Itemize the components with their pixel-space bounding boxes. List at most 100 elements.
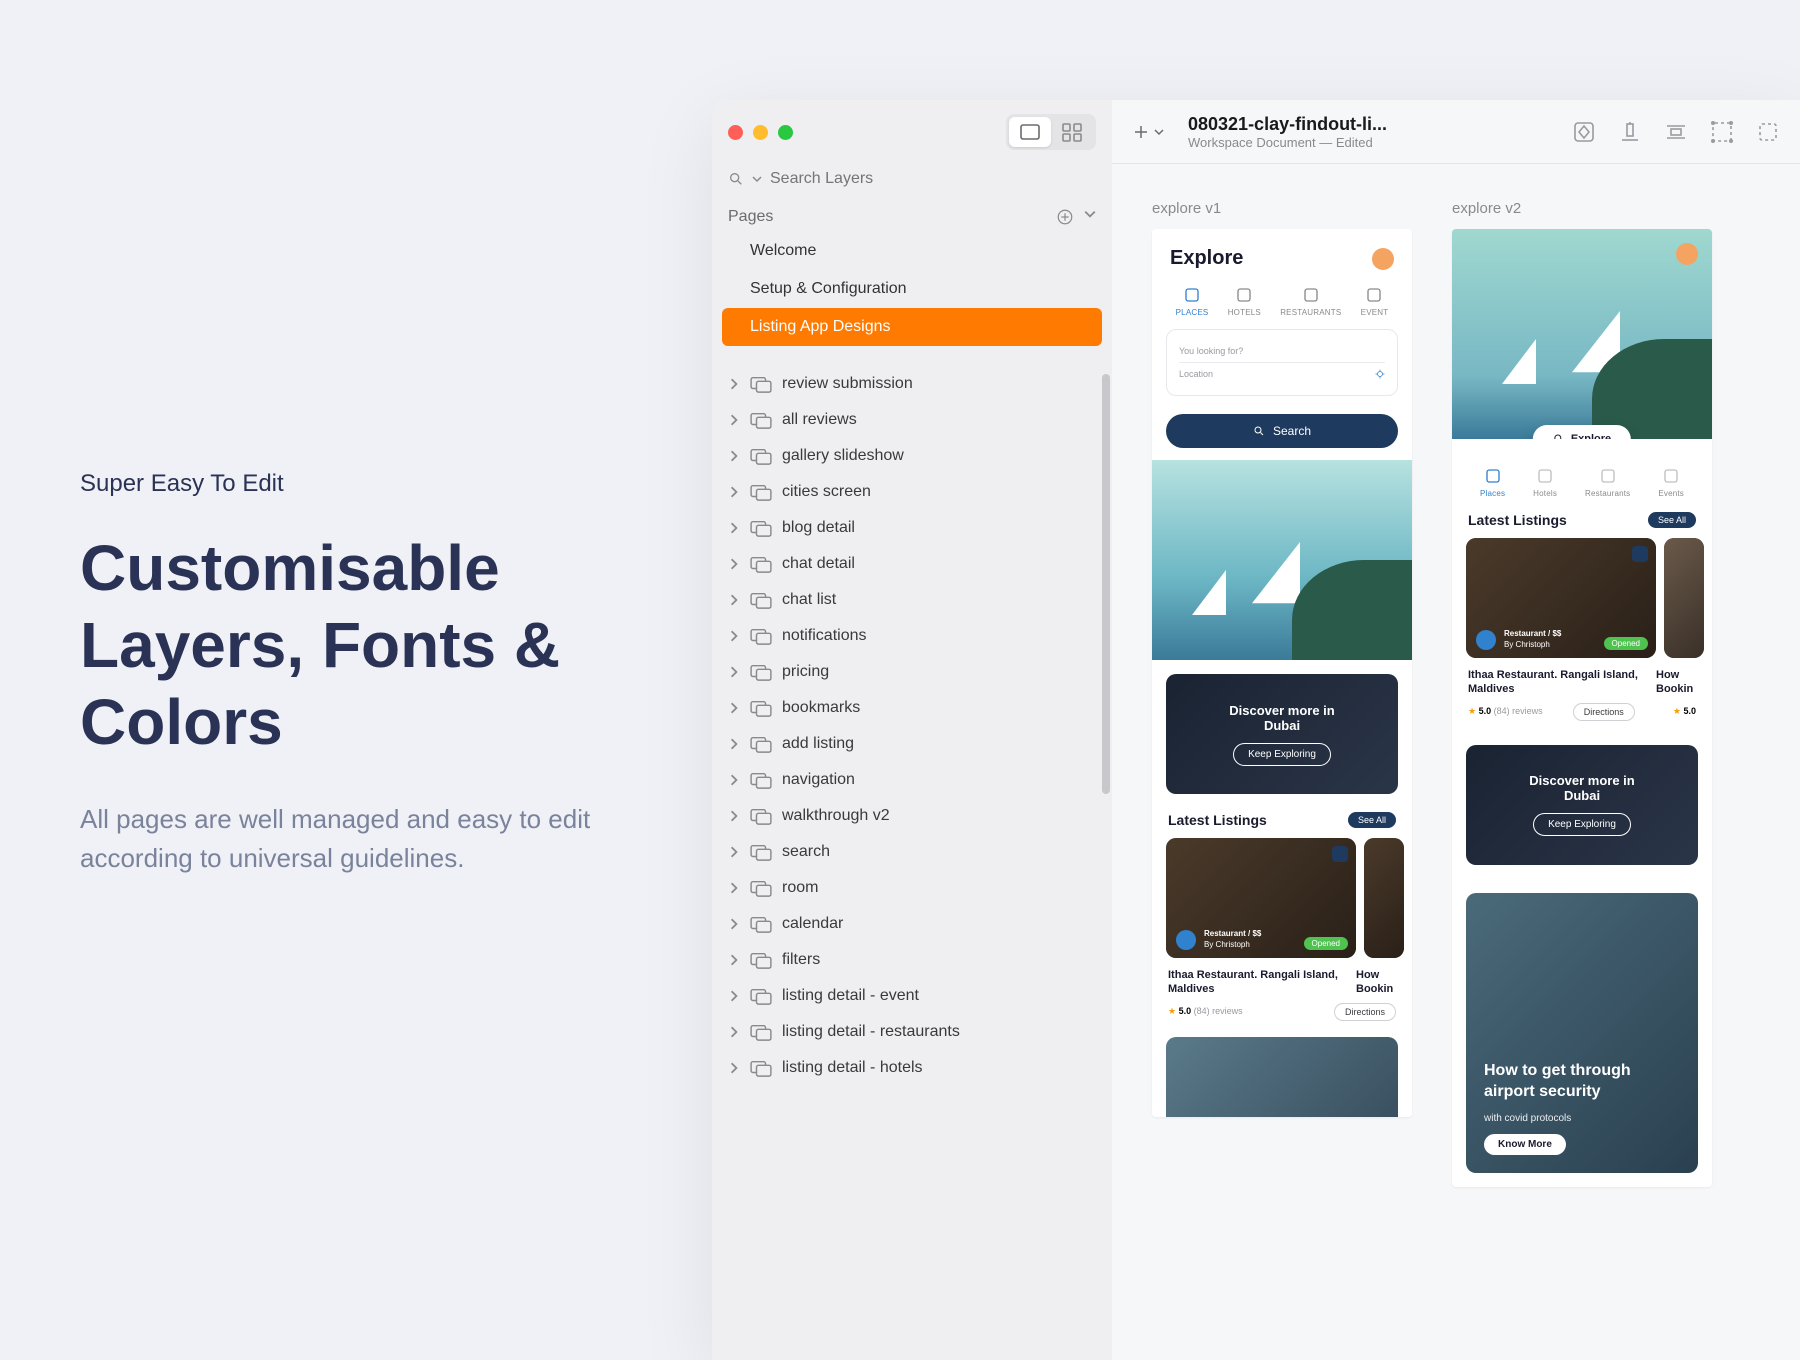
chevron-right-icon bbox=[728, 882, 740, 894]
artboard-label[interactable]: explore v1 bbox=[1152, 200, 1412, 217]
listing-carousel[interactable]: Restaurant / $$ By Christoph Opened bbox=[1452, 538, 1712, 658]
page-item[interactable]: Welcome bbox=[722, 232, 1102, 270]
discover-card[interactable]: Discover more in Dubai Keep Exploring bbox=[1166, 674, 1398, 794]
listing-card[interactable]: Restaurant / $$ By Christoph Opened bbox=[1466, 538, 1656, 658]
keep-exploring-button[interactable]: Keep Exploring bbox=[1233, 743, 1331, 766]
category-item[interactable]: Places bbox=[1480, 467, 1505, 498]
article-title: How to get through airport security bbox=[1484, 1061, 1680, 1103]
crosshair-icon[interactable] bbox=[1375, 369, 1385, 379]
components-view-button[interactable] bbox=[1051, 117, 1093, 147]
discover-card[interactable]: Discover more in Dubai Keep Exploring bbox=[1466, 745, 1698, 865]
artboard-icon bbox=[750, 627, 772, 645]
search-row[interactable] bbox=[712, 164, 1112, 198]
layer-row[interactable]: room bbox=[712, 870, 1112, 906]
layer-row[interactable]: chat list bbox=[712, 582, 1112, 618]
page-item[interactable]: Setup & Configuration bbox=[722, 270, 1102, 308]
canvas-toolbar: 080321-clay-findout-li... Workspace Docu… bbox=[1112, 100, 1800, 164]
align-icon[interactable] bbox=[1618, 120, 1642, 144]
layer-name: gallery slideshow bbox=[782, 447, 904, 465]
bookmark-icon[interactable] bbox=[1632, 546, 1648, 562]
listing-card-peek[interactable] bbox=[1664, 538, 1704, 658]
artboard-explore-v1[interactable]: explore v1 Explore PLACESHOTELSRESTAURAN… bbox=[1152, 200, 1412, 1360]
layer-row[interactable]: gallery slideshow bbox=[712, 438, 1112, 474]
layer-row[interactable]: listing detail - restaurants bbox=[712, 1014, 1112, 1050]
category-item[interactable]: Hotels bbox=[1533, 467, 1557, 498]
listing-carousel[interactable]: Restaurant / $$ By Christoph Opened bbox=[1152, 838, 1412, 958]
bookmark-icon[interactable] bbox=[1332, 846, 1348, 862]
scrollbar-thumb[interactable] bbox=[1102, 374, 1110, 794]
know-more-button[interactable]: Know More bbox=[1484, 1134, 1566, 1155]
category-item[interactable]: Events bbox=[1658, 467, 1684, 498]
layer-row[interactable]: calendar bbox=[712, 906, 1112, 942]
category-item[interactable]: EVENT bbox=[1361, 286, 1389, 317]
layer-row[interactable]: chat detail bbox=[712, 546, 1112, 582]
category-item[interactable]: RESTAURANTS bbox=[1280, 286, 1341, 317]
layer-row[interactable]: filters bbox=[712, 942, 1112, 978]
search-card[interactable]: You looking for? Location bbox=[1166, 329, 1398, 396]
app-window: Pages WelcomeSetup & ConfigurationListin… bbox=[712, 100, 1800, 1360]
layer-row[interactable]: search bbox=[712, 834, 1112, 870]
listing-peek-text: How Bookin bbox=[1656, 668, 1696, 697]
category-icon bbox=[1364, 286, 1384, 304]
layer-name: chat list bbox=[782, 591, 836, 609]
document-status: Workspace Document — Edited bbox=[1188, 135, 1387, 150]
listing-card[interactable]: Restaurant / $$ By Christoph Opened bbox=[1166, 838, 1356, 958]
layer-row[interactable]: notifications bbox=[712, 618, 1112, 654]
see-all-button[interactable]: See All bbox=[1348, 812, 1396, 828]
search-button[interactable]: Search bbox=[1166, 414, 1398, 448]
category-icon bbox=[1301, 286, 1321, 304]
category-icon bbox=[1182, 286, 1202, 304]
avatar[interactable] bbox=[1372, 248, 1394, 270]
directions-button[interactable]: Directions bbox=[1334, 1003, 1396, 1021]
artboard-icon bbox=[750, 699, 772, 717]
category-item[interactable]: HOTELS bbox=[1228, 286, 1261, 317]
symbol-icon[interactable] bbox=[1572, 120, 1596, 144]
bottom-card-peek bbox=[1166, 1037, 1398, 1117]
listing-card-peek[interactable] bbox=[1364, 838, 1404, 958]
artboard-icon bbox=[750, 1023, 772, 1041]
category-item[interactable]: Restaurants bbox=[1585, 467, 1630, 498]
artboard-label[interactable]: explore v2 bbox=[1452, 200, 1712, 217]
category-item[interactable]: PLACES bbox=[1176, 286, 1209, 317]
insert-menu[interactable] bbox=[1132, 123, 1164, 141]
document-title[interactable]: 080321-clay-findout-li... bbox=[1188, 114, 1387, 135]
keep-exploring-button[interactable]: Keep Exploring bbox=[1533, 813, 1631, 836]
phone-mock-v2: Explore PlacesHotelsRestaurantsEvents La… bbox=[1452, 229, 1712, 1187]
layer-row[interactable]: navigation bbox=[712, 762, 1112, 798]
distribute-icon[interactable] bbox=[1664, 120, 1688, 144]
mask-icon[interactable] bbox=[1756, 120, 1780, 144]
layer-row[interactable]: pricing bbox=[712, 654, 1112, 690]
layer-row[interactable]: all reviews bbox=[712, 402, 1112, 438]
category-row: PLACES HOTELS RESTAURANTS EVENT bbox=[1152, 282, 1412, 329]
layer-row[interactable]: cities screen bbox=[712, 474, 1112, 510]
maximize-icon[interactable] bbox=[778, 125, 793, 140]
page-item[interactable]: Listing App Designs bbox=[722, 308, 1102, 346]
layer-row[interactable]: listing detail - hotels bbox=[712, 1050, 1112, 1086]
layer-row[interactable]: add listing bbox=[712, 726, 1112, 762]
view-toggle[interactable] bbox=[1006, 114, 1096, 150]
see-all-button[interactable]: See All bbox=[1648, 512, 1696, 528]
close-icon[interactable] bbox=[728, 125, 743, 140]
layers-list[interactable]: review submission all reviews gallery sl… bbox=[712, 354, 1112, 1360]
artboard-explore-v2[interactable]: explore v2 Explore Places Hotels Restauran… bbox=[1452, 200, 1712, 1360]
avatar[interactable] bbox=[1676, 243, 1698, 265]
article-card[interactable]: How to get through airport security with… bbox=[1466, 893, 1698, 1173]
layer-row[interactable]: blog detail bbox=[712, 510, 1112, 546]
explore-pill[interactable]: Explore bbox=[1533, 425, 1631, 439]
marketing-headline: Customisable Layers, Fonts & Colors bbox=[80, 530, 640, 760]
layer-name: walkthrough v2 bbox=[782, 807, 890, 825]
minimize-icon[interactable] bbox=[753, 125, 768, 140]
directions-button[interactable]: Directions bbox=[1573, 703, 1635, 721]
canvas-view-button[interactable] bbox=[1009, 117, 1051, 147]
layer-row[interactable]: listing detail - event bbox=[712, 978, 1112, 1014]
artboard-icon bbox=[750, 447, 772, 465]
canvas-body[interactable]: explore v1 Explore PLACES HOTELS RESTAURAN… bbox=[1112, 164, 1800, 1360]
layer-row[interactable]: bookmarks bbox=[712, 690, 1112, 726]
group-icon[interactable] bbox=[1710, 120, 1734, 144]
chevron-down-icon[interactable] bbox=[1084, 208, 1096, 220]
add-page-icon[interactable] bbox=[1056, 208, 1074, 226]
search-layers-input[interactable] bbox=[770, 170, 1096, 188]
layer-row[interactable]: review submission bbox=[712, 366, 1112, 402]
window-controls[interactable] bbox=[728, 125, 793, 140]
layer-row[interactable]: walkthrough v2 bbox=[712, 798, 1112, 834]
